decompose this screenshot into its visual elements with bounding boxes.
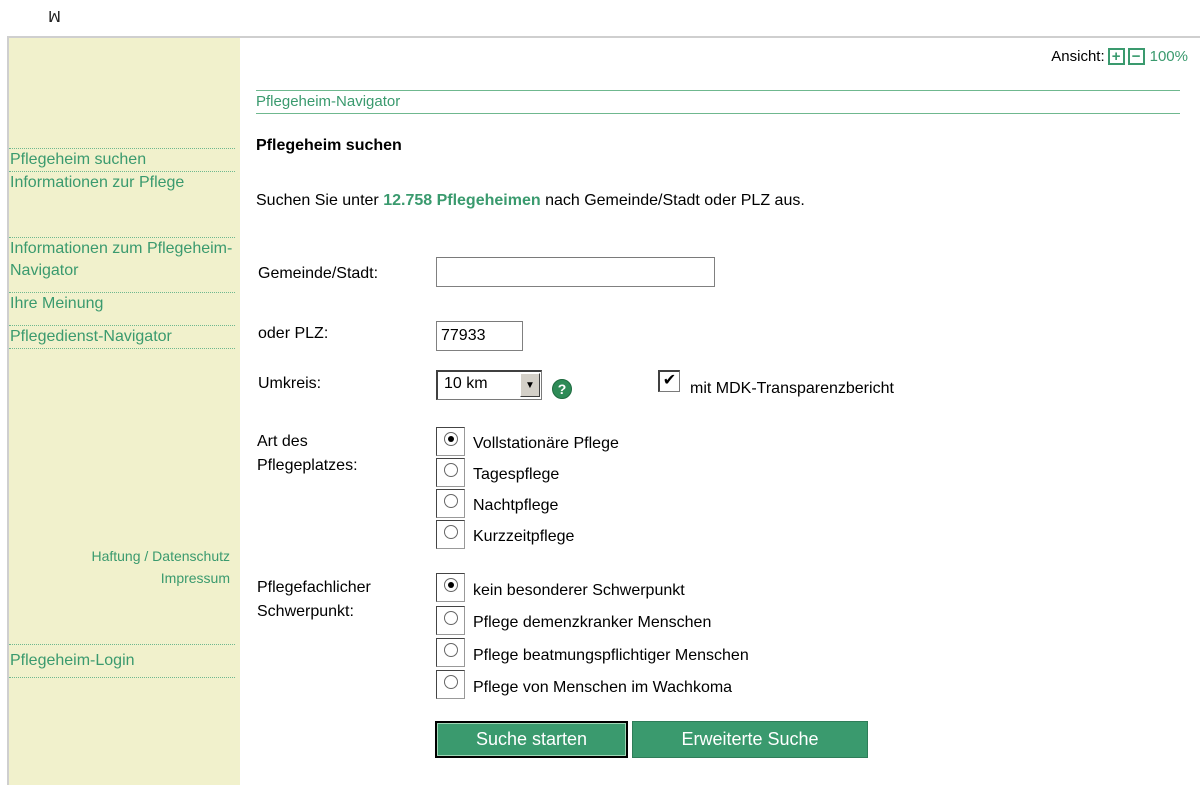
radio-icon [443,525,458,539]
focus-label-1: Pflegefachlicher [257,579,371,596]
focus-option-label[interactable]: Pflege demenzkranker Menschen [473,612,711,634]
intro-text: Suchen Sie unter 12.758 Pflegeheimen nac… [256,192,805,210]
care-type-label-2: Pflegeplatzes: [257,457,358,474]
focus-label-2: Schwerpunkt: [257,603,354,620]
sidebar-item-pflegeheim-login[interactable]: Pflegeheim-Login [9,644,235,678]
focus-option-label[interactable]: kein besonderer Schwerpunkt [473,580,685,602]
focus-radio-beatmung[interactable] [436,638,465,667]
care-type-radio-tagespflege[interactable] [436,458,465,487]
care-type-radio-kurzzeitpflege[interactable] [436,520,465,549]
radio-checked-icon [443,432,458,446]
sidebar-item-ihre-meinung[interactable]: Ihre Meinung [9,292,235,315]
focus-radio-demenz[interactable] [436,606,465,635]
care-type-radio-vollstationaer[interactable] [436,427,465,456]
focus-option-label[interactable]: Pflege von Menschen im Wachkoma [473,677,732,699]
intro-count: 12.758 Pflegeheimen [383,192,541,209]
plz-label: oder PLZ: [258,325,329,342]
care-type-option-label[interactable]: Vollstationäre Pflege [473,433,619,455]
city-input[interactable] [436,257,715,287]
zoom-in-icon[interactable]: + [1107,48,1125,65]
radio-icon [443,463,458,477]
sidebar-item-informationen-pflege[interactable]: Informationen zur Pflege [9,171,235,194]
radio-icon [443,494,458,508]
radius-label: Umkreis: [258,375,322,392]
intro-before: Suchen Sie unter [256,192,384,209]
care-type-option-label[interactable]: Tagespflege [473,464,559,486]
care-type-option-label[interactable]: Nachtpflege [473,495,558,517]
care-type-label-1: Art des [257,433,308,450]
site-logo: ꟽ [48,8,61,26]
help-icon[interactable]: ? [552,379,572,399]
zoom-level[interactable]: 100% [1150,48,1188,65]
radio-icon [443,643,458,657]
haftung-datenschutz-link[interactable]: Haftung / Datenschutz [10,545,230,567]
radius-selected-value: 10 km [444,375,488,392]
care-type-radio-nachtpflege[interactable] [436,489,465,518]
focus-option-label[interactable]: Pflege beatmungspflichtiger Menschen [473,645,749,667]
intro-after: nach Gemeinde/Stadt oder PLZ aus. [540,192,805,209]
city-label: Gemeinde/Stadt: [258,265,379,282]
sidebar: Pflegeheim suchen Informationen zur Pfle… [9,38,240,785]
radius-select[interactable]: 10 km ▼ [436,370,542,400]
search-button[interactable]: Suche starten [435,721,628,758]
advanced-search-button[interactable]: Erweiterte Suche [632,721,868,758]
mdk-checkbox[interactable]: ✔ [658,370,680,392]
focus-radio-kein[interactable] [436,573,465,602]
sidebar-item-pflegeheim-suchen[interactable]: Pflegeheim suchen [9,148,235,171]
mdk-label: mit MDK-Transparenzbericht [690,380,894,397]
radio-icon [443,611,458,625]
sidebar-item-pflegedienst-navigator[interactable]: Pflegedienst-Navigator [9,325,235,349]
zoom-out-icon[interactable]: − [1127,48,1145,65]
focus-radio-wachkoma[interactable] [436,670,465,699]
radio-icon [443,675,458,689]
breadcrumb: Pflegeheim-Navigator [256,90,1180,114]
radio-checked-icon [443,578,458,592]
view-controls: Ansicht: + − 100% [1051,48,1188,65]
care-type-option-label[interactable]: Kurzzeitpflege [473,526,574,548]
chevron-down-icon[interactable]: ▼ [520,373,540,397]
page-title: Pflegeheim suchen [256,137,402,154]
plz-input[interactable] [436,321,523,351]
impressum-link[interactable]: Impressum [10,567,230,589]
sidebar-item-informationen-navigator[interactable]: Informationen zum Pflegeheim-Navigator [9,237,235,282]
view-label: Ansicht: [1051,48,1105,65]
